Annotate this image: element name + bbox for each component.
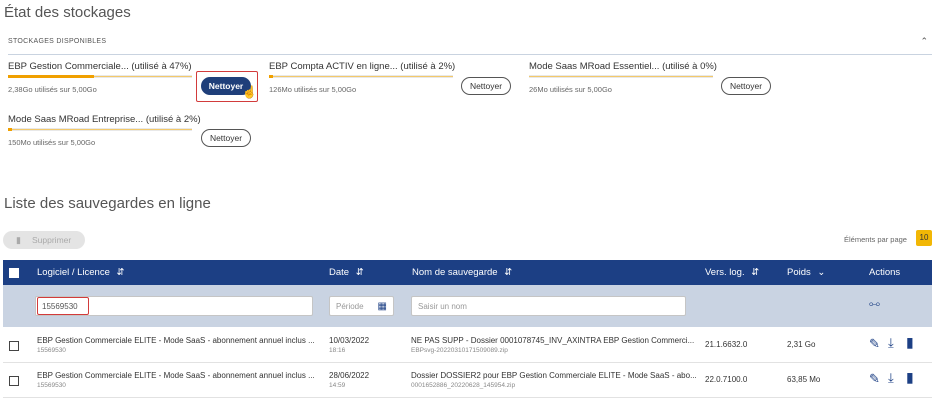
header-software[interactable]: Logiciel / Licence ⇵ [37, 267, 125, 278]
row-date: 28/06/2022 [329, 371, 370, 380]
clean-button[interactable]: Nettoyer [721, 77, 771, 95]
delete-button[interactable]: ▮ Supprimer [3, 231, 85, 249]
chevron-up-icon[interactable]: ⌃ [920, 36, 928, 47]
header-actions: Actions [869, 267, 901, 278]
header-backup-name[interactable]: Nom de sauvegarde ⇵ [412, 267, 512, 278]
header-date[interactable]: Date ⇵ [329, 267, 364, 278]
download-icon[interactable]: ⤓ [888, 335, 894, 351]
sort-icon: ⇵ [504, 267, 513, 278]
row-time: 14:59 [329, 382, 346, 389]
storage-section-header[interactable]: STOCKAGES DISPONIBLES ⌃ [8, 34, 932, 55]
row-checkbox[interactable] [9, 376, 19, 386]
sort-icon: ⇵ [751, 267, 760, 278]
storage-item: Mode Saas MRoad Essentiel... (utilisé à … [529, 61, 719, 94]
delete-label: Supprimer [32, 235, 72, 245]
row-time: 18:16 [329, 347, 346, 354]
storage-usage: 150Mo utilisés sur 5,00Go [8, 138, 96, 147]
table-header: Logiciel / Licence ⇵ Date ⇵ Nom de sauve… [3, 260, 932, 285]
filter-row: 15569530 Période ▦ Saisir un nom ⧟ [3, 285, 932, 327]
storage-progress [529, 75, 713, 78]
download-icon[interactable]: ⤓ [888, 370, 894, 386]
row-date: 10/03/2022 [329, 336, 370, 345]
edit-icon[interactable]: ✎ [869, 336, 880, 352]
page-title: État des stockages [4, 4, 131, 21]
clear-filter-icon[interactable]: ⧟ [869, 298, 880, 311]
storage-item: EBP Gestion Commerciale... (utilisé à 47… [8, 61, 198, 94]
storage-progress [8, 75, 192, 78]
header-weight-label: Poids [787, 267, 811, 278]
row-version: 22.0.7100.0 [705, 375, 748, 384]
row-backup-file: EBPsvg-20220310171509089.zip [411, 347, 508, 354]
calendar-icon[interactable]: ▦ [378, 297, 387, 317]
storage-item: Mode Saas MRoad Entreprise... (utilisé à… [8, 114, 201, 147]
period-filter-input[interactable]: Période ▦ [329, 296, 394, 316]
row-version: 21.1.6632.0 [705, 340, 748, 349]
row-backup-name: Dossier DOSSIER2 pour EBP Gestion Commer… [411, 371, 697, 380]
clean-button[interactable]: Nettoyer [201, 129, 251, 147]
items-per-page-label: Éléments par page [844, 235, 907, 244]
storage-usage: 26Mo utilisés sur 5,00Go [529, 85, 612, 94]
delete-icon[interactable]: ▮ [906, 369, 914, 386]
row-backup-file: 0001652886_20220628_145954.zip [411, 382, 516, 389]
storage-progress [8, 128, 192, 131]
table-row[interactable]: EBP Gestion Commerciale ELITE - Mode Saa… [3, 363, 932, 398]
row-license: 15569530 [37, 347, 66, 354]
items-per-page-select[interactable]: 10 [916, 230, 932, 246]
row-software: EBP Gestion Commerciale ELITE - Mode Saa… [37, 336, 315, 345]
table-row[interactable]: EBP Gestion Commerciale ELITE - Mode Saa… [3, 328, 932, 363]
storage-name: Mode Saas MRoad Entreprise... (utilisé à… [8, 114, 201, 125]
delete-icon[interactable]: ▮ [906, 334, 914, 351]
storage-section-label: STOCKAGES DISPONIBLES [8, 38, 107, 45]
name-filter-input[interactable]: Saisir un nom [411, 296, 686, 316]
header-version-label: Vers. log. [705, 267, 745, 278]
row-license: 15569530 [37, 382, 66, 389]
header-software-label: Logiciel / Licence [37, 267, 110, 278]
storage-item: EBP Compta ACTIV en ligne... (utilisé à … [269, 61, 459, 94]
highlight-box [37, 297, 89, 315]
edit-icon[interactable]: ✎ [869, 371, 880, 387]
header-weight[interactable]: Poids ⌄ [787, 267, 825, 278]
storage-usage: 126Mo utilisés sur 5,00Go [269, 85, 357, 94]
period-placeholder: Période [336, 302, 364, 311]
storage-name: EBP Compta ACTIV en ligne... (utilisé à … [269, 61, 456, 72]
clean-button[interactable]: Nettoyer [461, 77, 511, 95]
storage-name: EBP Gestion Commerciale... (utilisé à 47… [8, 61, 192, 72]
trash-icon: ▮ [16, 235, 21, 245]
storage-usage: 2,38Go utilisés sur 5,00Go [8, 85, 97, 94]
row-checkbox[interactable] [9, 341, 19, 351]
row-software: EBP Gestion Commerciale ELITE - Mode Saa… [37, 371, 315, 380]
cursor-hand-icon: ☝ [242, 85, 257, 99]
row-backup-name: NE PAS SUPP - Dossier 0001078745_INV_AXI… [411, 336, 695, 345]
sort-icon: ⇵ [355, 267, 364, 278]
header-version[interactable]: Vers. log. ⇵ [705, 267, 759, 278]
select-all-checkbox[interactable] [9, 268, 19, 278]
header-backup-name-label: Nom de sauvegarde [412, 267, 498, 278]
storage-progress [269, 75, 453, 78]
sort-desc-icon: ⌄ [817, 267, 826, 278]
row-weight: 2,31 Go [787, 340, 816, 349]
header-date-label: Date [329, 267, 350, 278]
sort-icon: ⇵ [116, 267, 125, 278]
list-title: Liste des sauvegardes en ligne [4, 195, 211, 212]
storage-name: Mode Saas MRoad Essentiel... (utilisé à … [529, 61, 717, 72]
row-weight: 63,85 Mo [787, 375, 821, 384]
